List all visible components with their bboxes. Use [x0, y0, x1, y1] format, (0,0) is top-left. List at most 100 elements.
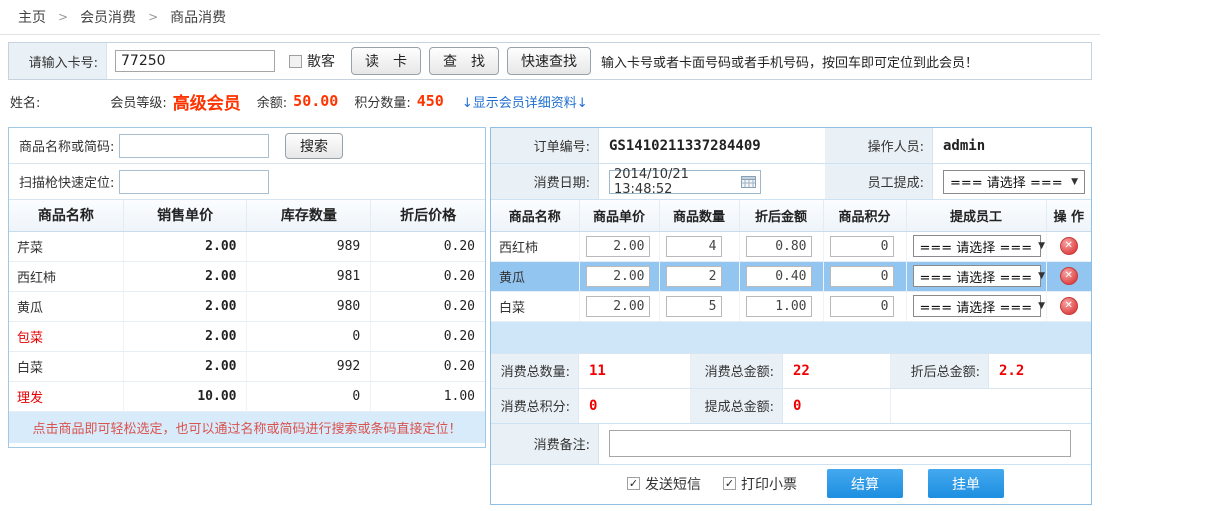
operator-label: 操作人员: — [825, 128, 933, 163]
order-info-row-2: 消费日期: 2014/10/21 13:48:52 员工提成: === 请选择 … — [491, 164, 1091, 200]
order-item-price-input[interactable] — [586, 296, 650, 317]
product-search-button[interactable]: 搜索 — [285, 133, 343, 159]
product-search-input[interactable] — [119, 134, 269, 158]
hold-order-button[interactable]: 挂单 — [928, 469, 1004, 498]
card-number-input[interactable] — [115, 50, 275, 72]
delete-icon: ✕ — [1065, 301, 1073, 311]
breadcrumb-current: 商品消费 — [170, 7, 226, 27]
show-member-detail-link[interactable]: ↓显示会员详细资料↓ — [462, 92, 588, 111]
settle-button[interactable]: 结算 — [827, 469, 903, 498]
order-item-price-input[interactable] — [586, 266, 650, 287]
order-item-amount-input[interactable] — [746, 236, 812, 257]
staff-commission-select-value: === 请选择 === — [950, 172, 1063, 191]
card-lookup-bar: 请输入卡号: ✓ 散客 读 卡 查 找 快速查找 输入卡号或者卡面号码或者手机号… — [8, 42, 1092, 80]
order-item-amount-input[interactable] — [746, 266, 812, 287]
product-search-label: 商品名称或简码: — [9, 136, 119, 155]
walkin-checkbox[interactable]: ✓ — [289, 55, 302, 68]
order-item-points-input[interactable] — [830, 236, 894, 257]
card-lookup-hint: 输入卡号或者卡面号码或者手机号码，按回车即可定位到此会员！ — [601, 52, 978, 71]
points-value: 450 — [417, 92, 444, 110]
walkin-label: 散客 — [307, 51, 335, 71]
discount-total-label: 折后总金额: — [891, 354, 989, 388]
chevron-down-icon: ▼ — [1038, 241, 1045, 251]
order-item-qty-input[interactable] — [666, 296, 722, 317]
product-search-row: 商品名称或简码: 搜索 — [9, 128, 485, 164]
order-item-row: 黄瓜 === 请选择 ===▼ ✕ — [491, 261, 1091, 291]
delete-item-button[interactable]: ✕ — [1060, 297, 1078, 315]
order-item-amount-input[interactable] — [746, 296, 812, 317]
delete-item-button[interactable]: ✕ — [1060, 237, 1078, 255]
send-sms-checkbox[interactable]: ✓ — [627, 477, 640, 490]
product-discount-price: 0.20 — [371, 321, 485, 351]
product-list-panel: 商品名称或简码: 搜索 扫描枪快速定位: 商品名称 销售单价 库存数量 折后价格… — [8, 127, 486, 448]
remark-input[interactable] — [609, 430, 1071, 457]
remark-row: 消费备注: — [491, 423, 1091, 464]
order-item-name: 黄瓜 — [491, 261, 579, 291]
card-number-label: 请输入卡号: — [9, 43, 107, 79]
consume-date-input[interactable]: 2014/10/21 13:48:52 — [609, 170, 761, 194]
points-label: 积分数量: — [354, 92, 410, 111]
col-item-qty: 商品数量 — [659, 200, 739, 231]
col-item-amount: 折后金额 — [739, 200, 823, 231]
order-no-value: GS1410211337284409 — [599, 128, 825, 163]
find-button[interactable]: 查 找 — [429, 47, 499, 75]
breadcrumb-home[interactable]: 主页 — [18, 7, 46, 27]
consume-date-label: 消费日期: — [491, 164, 599, 199]
calendar-icon[interactable] — [741, 175, 756, 188]
col-discount-price: 折后价格 — [371, 200, 485, 231]
order-item-row: 白菜 === 请选择 ===▼ ✕ — [491, 291, 1091, 321]
order-item-points-input[interactable] — [830, 296, 894, 317]
product-name: 黄瓜 — [9, 291, 123, 321]
operator-value: admin — [933, 128, 1091, 163]
print-receipt-label: 打印小票 — [741, 474, 797, 494]
barcode-scan-input[interactable] — [119, 170, 269, 194]
staff-commission-select[interactable]: === 请选择 === ▼ — [943, 170, 1085, 194]
order-item-qty-input[interactable] — [666, 236, 722, 257]
balance-value: 50.00 — [293, 92, 338, 110]
product-stock: 981 — [247, 261, 371, 291]
product-row[interactable]: 黄瓜 2.00 980 0.20 — [9, 291, 485, 321]
delete-item-button[interactable]: ✕ — [1060, 267, 1078, 285]
chevron-down-icon: ▼ — [1038, 271, 1045, 281]
col-item-name: 商品名称 — [491, 200, 579, 231]
barcode-scan-row: 扫描枪快速定位: — [9, 164, 485, 200]
breadcrumb-member-consume[interactable]: 会员消费 — [80, 7, 136, 27]
order-panel: 订单编号: GS1410211337284409 操作人员: admin 消费日… — [490, 127, 1092, 505]
order-item-staff-select[interactable]: === 请选择 ===▼ — [913, 235, 1041, 257]
spacer-band — [491, 322, 1091, 353]
order-item-staff-select[interactable]: === 请选择 ===▼ — [913, 265, 1041, 287]
order-no-label: 订单编号: — [491, 128, 599, 163]
remark-label: 消费备注: — [491, 424, 599, 464]
read-card-button[interactable]: 读 卡 — [351, 47, 421, 75]
order-item-qty-input[interactable] — [666, 266, 722, 287]
product-price: 10.00 — [123, 381, 247, 411]
order-item-staff-value: === 请选择 === — [920, 267, 1033, 286]
col-item-points: 商品积分 — [823, 200, 906, 231]
order-item-staff-value: === 请选择 === — [920, 237, 1033, 256]
print-receipt-checkbox[interactable]: ✓ — [723, 477, 736, 490]
order-item-staff-select[interactable]: === 请选择 ===▼ — [913, 295, 1041, 317]
product-discount-price: 0.20 — [371, 291, 485, 321]
chevron-down-icon: ▼ — [1071, 177, 1078, 187]
order-footer: ✓ 发送短信 ✓ 打印小票 结算 挂单 — [491, 464, 1091, 503]
order-item-price-input[interactable] — [586, 236, 650, 257]
product-row[interactable]: 理发 10.00 0 1.00 — [9, 381, 485, 411]
product-consumption-page: 主页 > 会员消费 > 商品消费 请输入卡号: ✓ 散客 读 卡 查 找 快速查… — [0, 0, 1213, 511]
product-row[interactable]: 包菜 2.00 0 0.20 — [9, 321, 485, 351]
col-item-price: 商品单价 — [579, 200, 659, 231]
product-stock: 989 — [247, 231, 371, 261]
member-name-label: 姓名: — [10, 92, 40, 111]
product-stock: 0 — [247, 381, 371, 411]
total-amount-label: 消费总金额: — [691, 354, 783, 388]
member-level-value: 高级会员 — [173, 89, 241, 114]
product-row[interactable]: 白菜 2.00 992 0.20 — [9, 351, 485, 381]
delete-icon: ✕ — [1065, 271, 1073, 281]
col-stock-qty: 库存数量 — [247, 200, 371, 231]
order-item-points-input[interactable] — [830, 266, 894, 287]
product-row[interactable]: 西红柿 2.00 981 0.20 — [9, 261, 485, 291]
commission-total-label: 提成总金额: — [691, 389, 783, 423]
product-row[interactable]: 芹菜 2.00 989 0.20 — [9, 231, 485, 261]
quick-find-button[interactable]: 快速查找 — [507, 47, 591, 75]
product-panel-note: 点击商品即可轻松选定，也可以通过名称或简码进行搜索或条码直接定位！ — [9, 412, 485, 443]
send-sms-label: 发送短信 — [645, 474, 701, 494]
